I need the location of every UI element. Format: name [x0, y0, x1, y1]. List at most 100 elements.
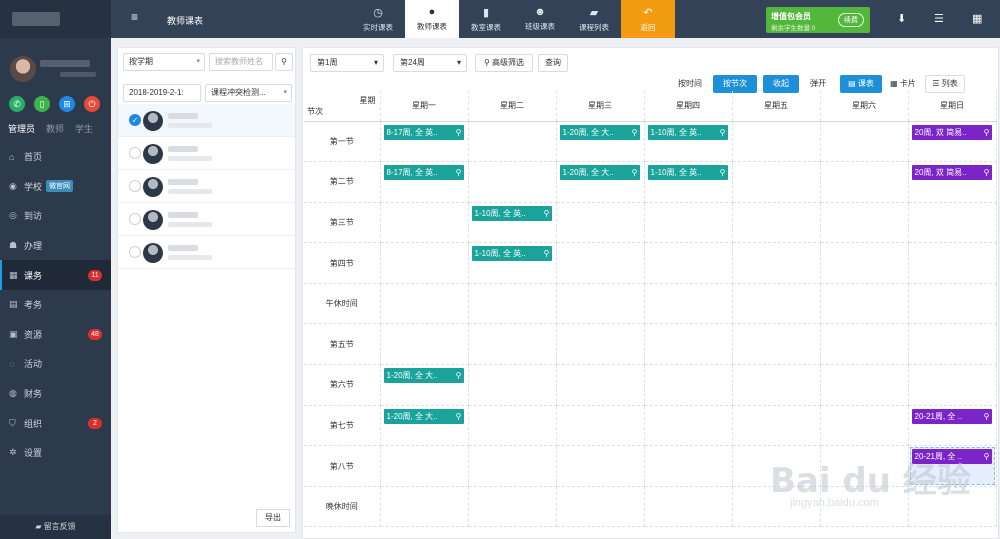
- course-block[interactable]: 20周, 双 简易.. ⚲: [911, 124, 992, 140]
- checkbox[interactable]: [129, 147, 141, 159]
- teacher-list-item[interactable]: [118, 170, 295, 203]
- renew-button[interactable]: 续费: [838, 13, 864, 27]
- sidebar-item[interactable]: ☗ 办理: [0, 231, 111, 261]
- schedule-cell[interactable]: [468, 161, 557, 203]
- top-tab[interactable]: ● 教师课表: [405, 0, 459, 38]
- teacher-list-item[interactable]: [118, 236, 295, 269]
- wechat-icon[interactable]: ✆: [9, 96, 25, 112]
- schedule-cell[interactable]: 1-20周, 全 大.. ⚲: [380, 364, 469, 406]
- schedule-cell[interactable]: [732, 202, 821, 244]
- top-tab[interactable]: ◷ 实时课表: [351, 0, 405, 38]
- term-select[interactable]: 按学期 ▾: [123, 53, 205, 71]
- schedule-cell[interactable]: [908, 364, 997, 406]
- role-tab[interactable]: 管理员: [8, 122, 35, 142]
- conflict-check-select[interactable]: 课程冲突检测... ▾: [205, 84, 292, 102]
- schedule-cell[interactable]: [380, 242, 469, 284]
- search-icon[interactable]: ⚲: [456, 368, 462, 383]
- search-icon[interactable]: ⚲: [720, 165, 726, 180]
- schedule-cell[interactable]: [380, 445, 469, 487]
- schedule-cell[interactable]: [644, 283, 733, 325]
- check-icon[interactable]: ✓: [129, 114, 141, 126]
- feedback-button[interactable]: ▰ 留言反馈: [0, 515, 111, 539]
- sidebar-item[interactable]: ◌ 活动: [0, 349, 111, 379]
- search-icon[interactable]: ⚲: [984, 125, 990, 140]
- teacher-list-item[interactable]: [118, 203, 295, 236]
- course-block[interactable]: 1-10周, 全 英.. ⚲: [471, 246, 552, 262]
- schedule-cell[interactable]: 20周, 双 简易.. ⚲: [908, 121, 997, 163]
- week-start-select[interactable]: 第1周 ▾: [310, 54, 384, 72]
- export-button[interactable]: 导出: [256, 509, 290, 527]
- search-icon[interactable]: ⚲: [456, 125, 462, 140]
- schedule-cell[interactable]: [908, 283, 997, 325]
- schedule-cell[interactable]: [820, 121, 909, 163]
- sidebar-item[interactable]: ⛉ 组织 2: [0, 408, 111, 438]
- schedule-cell[interactable]: [468, 323, 557, 366]
- mobile-icon[interactable]: ▯: [34, 96, 50, 112]
- schedule-cell[interactable]: [556, 242, 645, 284]
- sidebar-item[interactable]: ⌂ 首页: [0, 142, 111, 172]
- schedule-cell[interactable]: [732, 283, 821, 325]
- course-block[interactable]: 20周, 双 简易.. ⚲: [911, 165, 992, 181]
- schedule-cell[interactable]: [644, 202, 733, 244]
- schedule-cell[interactable]: [556, 364, 645, 406]
- schedule-cell[interactable]: [380, 283, 469, 325]
- schedule-cell[interactable]: [380, 323, 469, 366]
- sidebar-item[interactable]: ▦ 课务 11: [0, 260, 111, 290]
- sidebar-item[interactable]: ◍ 财务: [0, 379, 111, 409]
- schedule-cell[interactable]: 1-20周, 全 大.. ⚲: [380, 405, 469, 447]
- search-icon[interactable]: ⚲: [456, 165, 462, 180]
- checkbox[interactable]: [129, 246, 141, 258]
- schedule-cell[interactable]: [556, 486, 645, 528]
- teacher-search-input[interactable]: 搜索教师姓名: [209, 53, 273, 71]
- schedule-cell[interactable]: [732, 121, 821, 163]
- schedule-cell[interactable]: [732, 364, 821, 406]
- schedule-cell[interactable]: [644, 242, 733, 284]
- schedule-cell[interactable]: [820, 364, 909, 406]
- sidebar-item[interactable]: ▤ 考务: [0, 290, 111, 320]
- schedule-cell[interactable]: [380, 202, 469, 244]
- schedule-cell[interactable]: [556, 323, 645, 366]
- download-icon[interactable]: ⬇: [897, 12, 906, 25]
- schedule-cell[interactable]: [732, 161, 821, 203]
- course-block[interactable]: 1-20周, 全 大.. ⚲: [383, 408, 464, 424]
- course-block[interactable]: 8-17周, 全 英.. ⚲: [383, 124, 464, 140]
- schedule-cell[interactable]: [644, 486, 733, 528]
- role-tab[interactable]: 教师: [46, 122, 64, 142]
- schedule-cell[interactable]: [908, 242, 997, 284]
- top-tab[interactable]: ▰ 课程列表: [567, 0, 621, 38]
- search-icon[interactable]: ⚲: [720, 125, 726, 140]
- schedule-cell[interactable]: [556, 283, 645, 325]
- schedule-cell[interactable]: [468, 405, 557, 447]
- search-icon[interactable]: ⚲: [544, 206, 550, 221]
- search-button[interactable]: ⚲: [275, 53, 293, 71]
- schedule-cell[interactable]: [468, 445, 557, 487]
- school-logo[interactable]: [12, 12, 60, 26]
- course-block[interactable]: 8-17周, 全 英.. ⚲: [383, 165, 464, 181]
- checkbox[interactable]: [129, 180, 141, 192]
- search-icon[interactable]: ⚲: [984, 165, 990, 180]
- search-icon[interactable]: ⚲: [632, 165, 638, 180]
- schedule-cell[interactable]: [732, 242, 821, 284]
- schedule-cell[interactable]: [820, 161, 909, 203]
- schedule-cell[interactable]: 8-17周, 全 英.. ⚲: [380, 121, 469, 163]
- power-icon[interactable]: ⏻: [84, 96, 100, 112]
- schedule-cell[interactable]: [556, 405, 645, 447]
- schedule-cell[interactable]: [908, 202, 997, 244]
- sitemap-icon[interactable]: ⊞: [59, 96, 75, 112]
- schedule-cell[interactable]: [556, 202, 645, 244]
- role-tab[interactable]: 学生: [75, 122, 93, 142]
- sidebar-item[interactable]: ✲ 设置: [0, 438, 111, 468]
- week-end-select[interactable]: 第24周 ▾: [393, 54, 467, 72]
- schedule-cell[interactable]: [908, 323, 997, 366]
- top-tab[interactable]: ↶ 返回: [621, 0, 675, 38]
- schedule-cell[interactable]: 1-10周, 全 英.. ⚲: [644, 121, 733, 163]
- schedule-cell[interactable]: [644, 323, 733, 366]
- course-block[interactable]: 20-21周, 全 .. ⚲: [911, 408, 992, 424]
- avatar[interactable]: [10, 56, 36, 82]
- micro-site-tag[interactable]: 微官网: [46, 180, 74, 193]
- search-icon[interactable]: ⚲: [984, 449, 990, 464]
- schedule-cell[interactable]: 1-20周, 全 大.. ⚲: [556, 161, 645, 203]
- grid-view-icon[interactable]: ▦: [972, 12, 982, 25]
- schedule-cell[interactable]: [820, 242, 909, 284]
- schedule-cell[interactable]: [820, 323, 909, 366]
